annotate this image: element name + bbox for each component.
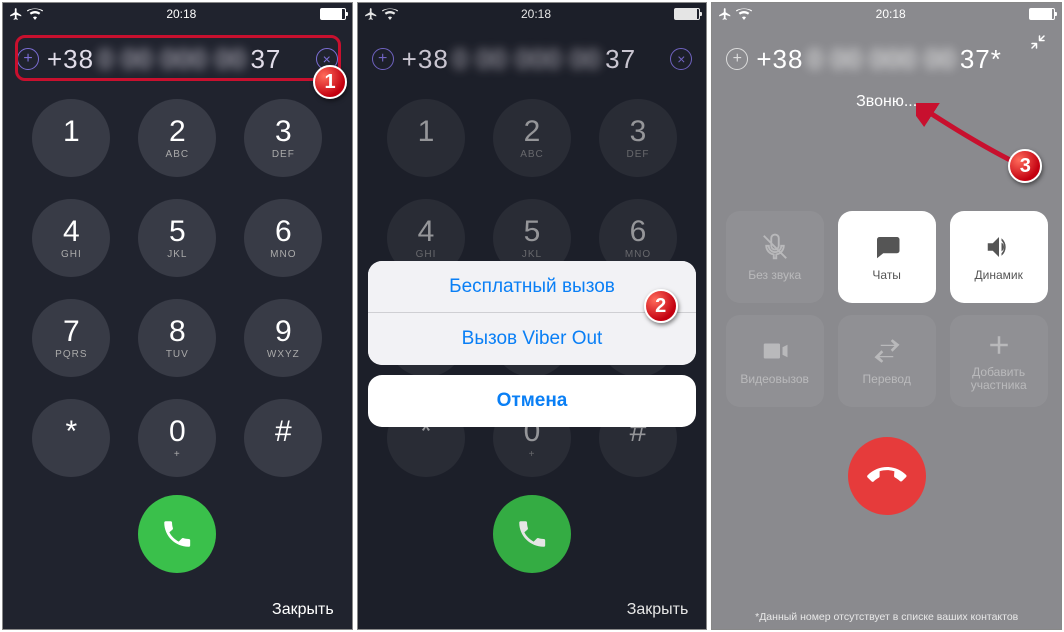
number-input-row: + +38 0 00 000 00 37 × <box>3 33 352 85</box>
chat-icon <box>872 232 902 262</box>
phone-number-field[interactable]: +38 0 00 000 00 37 <box>39 44 316 75</box>
key-2[interactable]: 2ABC <box>493 99 571 177</box>
wifi-icon <box>736 8 752 20</box>
add-contact-icon[interactable]: + <box>372 48 394 70</box>
status-time: 20:18 <box>166 7 196 21</box>
status-bar: 20:18 <box>712 3 1061 25</box>
key-9[interactable]: 9WXYZ <box>244 299 322 377</box>
keypad: 1 2ABC 3DEF 4GHI 5JKL 6MNO 7PQRS 8TUV 9W… <box>3 99 352 477</box>
airplane-icon <box>9 7 23 21</box>
number-input-row: + +38 0 00 000 00 37 × <box>358 33 707 85</box>
backspace-icon[interactable]: × <box>670 48 692 70</box>
screen-dialer: 20:18 + +38 0 00 000 00 37 × 1 1 2ABC 3D… <box>2 2 353 630</box>
add-contact-icon[interactable]: + <box>726 48 748 70</box>
screen-calling: 20:18 + +38 0 00 000 00 37* Звоню... 3 Б… <box>711 2 1062 630</box>
airplane-icon <box>718 7 732 21</box>
transfer-icon <box>872 336 902 366</box>
key-star[interactable]: * <box>32 399 110 477</box>
phone-icon <box>160 517 194 551</box>
key-4[interactable]: 4GHI <box>32 199 110 277</box>
call-button[interactable] <box>493 495 571 573</box>
status-time: 20:18 <box>521 7 551 21</box>
key-7[interactable]: 7PQRS <box>32 299 110 377</box>
key-3[interactable]: 3DEF <box>244 99 322 177</box>
airplane-icon <box>364 7 378 21</box>
annotation-bubble-1: 1 <box>313 65 347 99</box>
plus-icon <box>984 330 1014 360</box>
key-2[interactable]: 2ABC <box>138 99 216 177</box>
phone-number-field: +38 0 00 000 00 37* <box>748 44 1047 75</box>
annotation-bubble-2: 2 <box>644 289 678 323</box>
key-5[interactable]: 5JKL <box>138 199 216 277</box>
number-prefix: +38 <box>47 44 94 75</box>
minimize-icon[interactable] <box>1029 33 1047 56</box>
number-suffix: 37 <box>250 44 281 75</box>
sheet-cancel[interactable]: Отмена <box>368 375 697 427</box>
wifi-icon <box>27 8 43 20</box>
close-button[interactable]: Закрыть <box>272 601 334 619</box>
ctrl-add-participant[interactable]: Добавить участника <box>950 315 1048 407</box>
ctrl-chats[interactable]: Чаты <box>838 211 936 303</box>
key-3[interactable]: 3DEF <box>599 99 677 177</box>
status-bar: 20:18 <box>358 3 707 25</box>
mute-icon <box>760 232 790 262</box>
wifi-icon <box>382 8 398 20</box>
annotation-bubble-3: 3 <box>1008 149 1042 183</box>
status-bar: 20:18 <box>3 3 352 25</box>
screen-action-sheet: 20:18 + +38 0 00 000 00 37 × 1 2ABC 3DEF… <box>357 2 708 630</box>
call-controls: Без звука Чаты Динамик Видеовызов Перево… <box>712 211 1061 407</box>
sheet-item-viber-out[interactable]: Вызов Viber Out <box>368 313 697 365</box>
action-sheet: Бесплатный вызов Вызов Viber Out Отмена <box>368 261 697 427</box>
key-8[interactable]: 8TUV <box>138 299 216 377</box>
close-button[interactable]: Закрыть <box>627 601 689 619</box>
key-6[interactable]: 6MNO <box>244 199 322 277</box>
call-button[interactable] <box>138 495 216 573</box>
phone-icon <box>860 449 914 503</box>
battery-icon <box>320 8 346 20</box>
battery-icon <box>1029 8 1055 20</box>
number-input-row: + +38 0 00 000 00 37* <box>712 33 1061 85</box>
key-0[interactable]: 0+ <box>138 399 216 477</box>
ctrl-transfer[interactable]: Перевод <box>838 315 936 407</box>
speaker-icon <box>984 232 1014 262</box>
add-contact-icon[interactable]: + <box>17 48 39 70</box>
end-call-button[interactable] <box>848 437 926 515</box>
ctrl-speaker[interactable]: Динамик <box>950 211 1048 303</box>
ctrl-video[interactable]: Видеовызов <box>726 315 824 407</box>
key-hash[interactable]: # <box>244 399 322 477</box>
footnote: *Данный номер отсутствует в списке ваших… <box>712 611 1061 623</box>
phone-icon <box>515 517 549 551</box>
video-icon <box>760 336 790 366</box>
key-1[interactable]: 1 <box>387 99 465 177</box>
battery-icon <box>674 8 700 20</box>
status-time: 20:18 <box>876 7 906 21</box>
ctrl-mute[interactable]: Без звука <box>726 211 824 303</box>
number-obscured: 0 00 000 00 <box>98 44 246 75</box>
key-1[interactable]: 1 <box>32 99 110 177</box>
phone-number-field[interactable]: +38 0 00 000 00 37 <box>394 44 671 75</box>
